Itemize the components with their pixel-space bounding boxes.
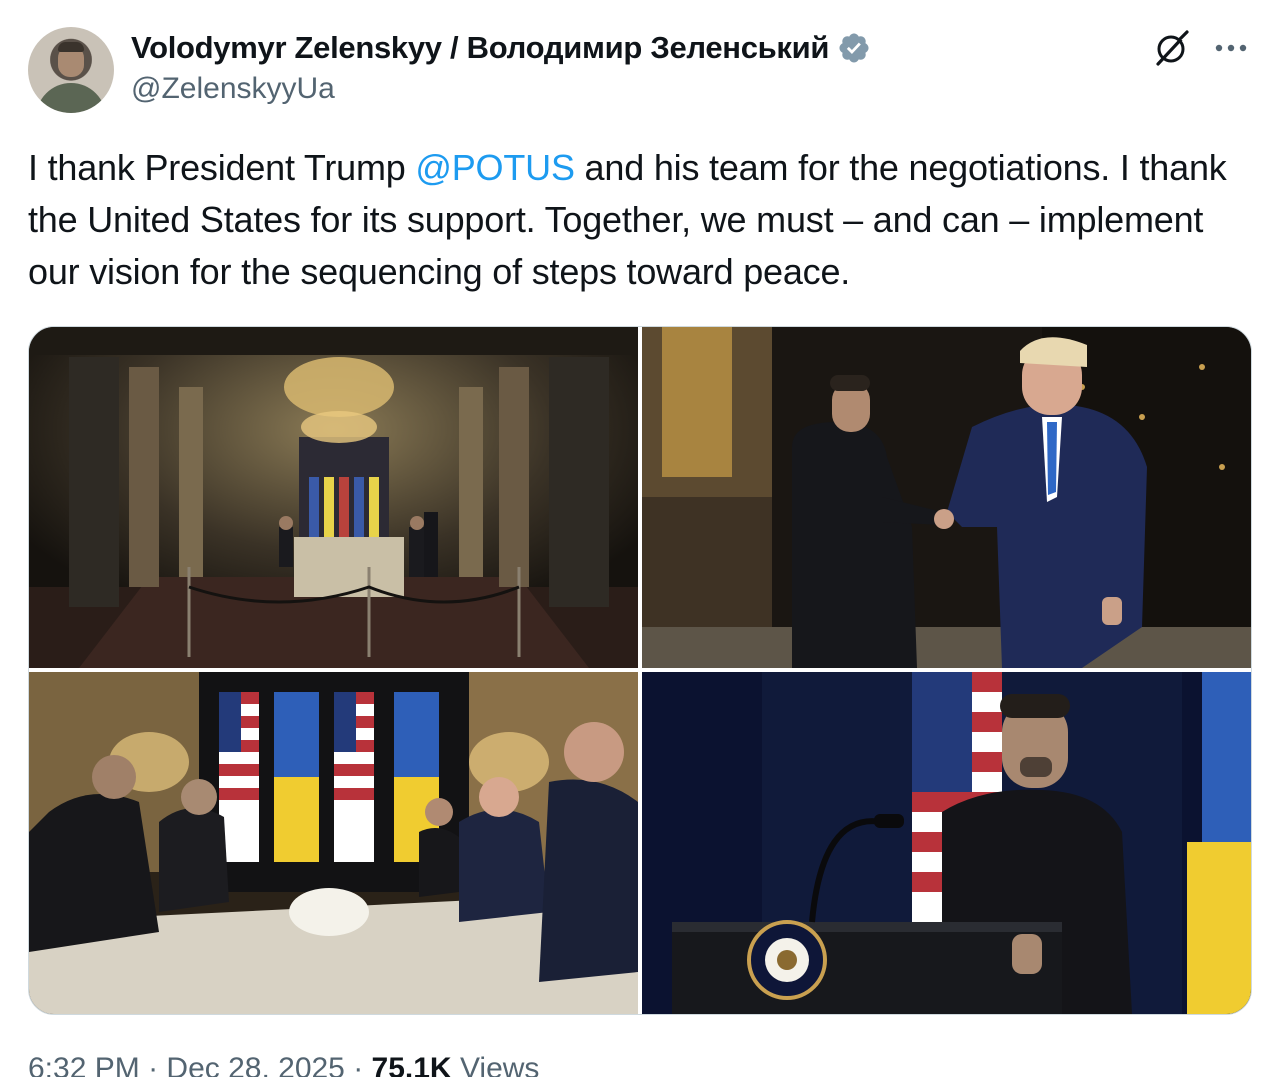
meta-separator: ·	[139, 1052, 167, 1077]
verified-badge-icon[interactable]	[837, 31, 871, 65]
avatar-hair	[58, 42, 84, 52]
dining-room-image	[29, 327, 638, 668]
views-label: Views	[451, 1052, 540, 1077]
author-handle[interactable]: @ZelenskyyUa	[131, 72, 335, 106]
handshake-image	[642, 327, 1251, 668]
views-count[interactable]: 75.1K	[372, 1052, 452, 1077]
tweet-time[interactable]: 6:32 PM	[28, 1052, 140, 1077]
mention-link[interactable]: @POTUS	[415, 147, 575, 188]
photo-press-conference[interactable]	[642, 672, 1251, 1014]
tweet-text-part1: I thank President Trump	[28, 147, 416, 188]
author-display-name[interactable]: Volodymyr Zelenskyy / Володимир Зеленськ…	[131, 30, 829, 66]
tweet-date[interactable]: Dec 28, 2025	[166, 1052, 344, 1077]
media-grid	[28, 326, 1252, 1015]
avatar[interactable]	[28, 27, 114, 113]
grok-icon[interactable]	[1152, 28, 1192, 68]
photo-delegations-table[interactable]	[29, 672, 638, 1014]
tweet[interactable]: Volodymyr Zelenskyy / Володимир Зеленськ…	[0, 0, 1280, 1077]
author-name-row: Volodymyr Zelenskyy / Володимир Зеленськ…	[131, 28, 871, 68]
meta-separator: ·	[344, 1052, 372, 1077]
photo-dining-room[interactable]	[29, 327, 638, 668]
press-conference-image	[642, 672, 1251, 1014]
tweet-text: I thank President Trump @POTUS and his t…	[28, 142, 1228, 298]
photo-handshake[interactable]	[642, 327, 1251, 668]
more-icon[interactable]	[1212, 34, 1250, 62]
avatar-shirt	[36, 83, 106, 113]
tweet-meta: 6:32 PM · Dec 28, 2025 · 75.1K Views	[28, 1052, 539, 1077]
delegations-table-image	[29, 672, 638, 1014]
